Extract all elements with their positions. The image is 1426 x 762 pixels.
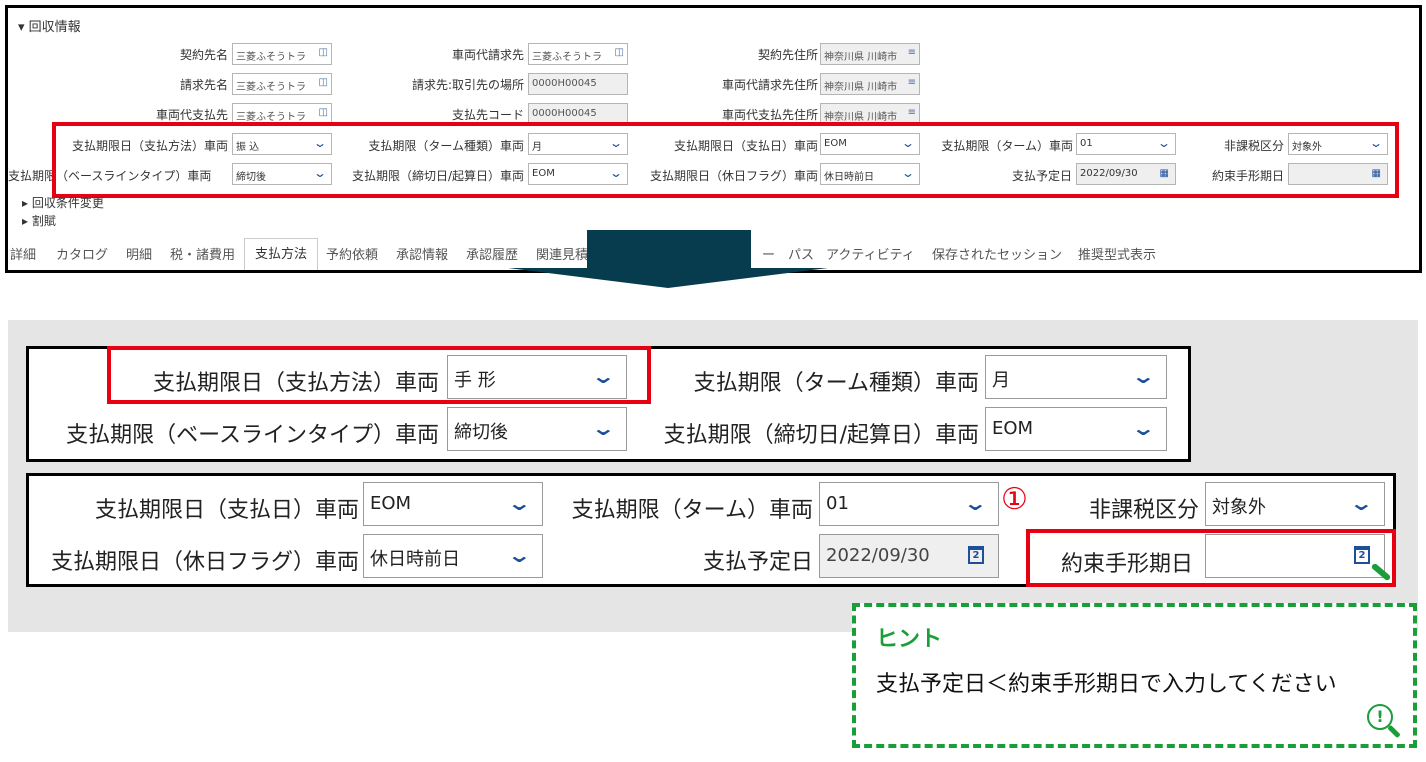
chevron-down-icon: ⌄ xyxy=(507,543,533,567)
tax-label: 非課税区分 xyxy=(1088,498,1199,523)
vehicle-bill-addr-label: 車両代請求先住所 xyxy=(721,78,818,92)
pay-day-select[interactable]: EOM ⌄ xyxy=(363,482,543,526)
hint-box: ヒント 支払予定日＜約束手形期日で入力してください ! xyxy=(852,603,1417,748)
tax-select[interactable]: 対象外 ⌄ xyxy=(1205,482,1385,526)
magnifier-handle-icon xyxy=(1387,724,1401,739)
term-select[interactable]: 01 ⌄ xyxy=(819,482,999,526)
bill-name-value: 三菱ふそうトラ xyxy=(236,82,306,93)
payee-code-label: 支払先コード xyxy=(451,108,524,122)
chevron-down-icon: ⌄ xyxy=(1131,364,1157,388)
cutoff-label: 支払期限（締切日/起算日）車両 xyxy=(663,423,979,448)
holiday-label: 支払期限日（休日フラグ）車両 xyxy=(50,550,359,575)
chevron-down-icon: ⌄ xyxy=(1131,416,1157,440)
tab-path[interactable]: パス xyxy=(788,244,814,263)
pay-day-value: EOM xyxy=(370,493,412,514)
contract-name-label: 契約先名 xyxy=(179,48,228,62)
scheduled-label: 支払予定日 xyxy=(702,550,813,575)
collapsed-section-installment[interactable]: ▸ 割賦 xyxy=(22,212,56,229)
tax-value: 対象外 xyxy=(1212,497,1266,518)
top-highlight-box xyxy=(52,122,1399,198)
vehicle-bill-field[interactable]: 三菱ふそうトラ ◫ xyxy=(528,43,628,65)
vehicle-payee-addr-label: 車両代支払先住所 xyxy=(721,108,818,122)
vehicle-bill-value: 三菱ふそうトラ xyxy=(532,52,602,63)
pay-day-label: 支払期限日（支払日）車両 xyxy=(94,498,359,523)
collapsed-section-terms[interactable]: ▸ 回収条件変更 xyxy=(22,194,104,211)
tab-activity[interactable]: アクティビティ xyxy=(826,244,915,263)
contract-addr-label: 契約先住所 xyxy=(757,48,818,62)
collapsed-section-title: 割賦 xyxy=(31,214,56,228)
section-header-collection[interactable]: ▾ 回収情報 xyxy=(18,16,81,35)
method-highlight-box xyxy=(107,346,651,404)
cutoff-select[interactable]: EOM ⌄ xyxy=(985,407,1167,451)
holiday-value: 休日時前日 xyxy=(370,549,460,570)
promissory-highlight-box xyxy=(1026,529,1396,587)
lookup-icon[interactable]: ◫ xyxy=(615,47,624,58)
baseline-value: 締切後 xyxy=(454,422,508,443)
down-arrow-shaft xyxy=(587,230,751,270)
vehicle-bill-addr-value: 神奈川県 川崎市 xyxy=(824,82,898,93)
bill-place-label: 請求先:取引先の場所 xyxy=(411,78,524,92)
tab-tax-fees[interactable]: 税・諸費用 xyxy=(170,244,235,263)
chevron-down-icon: ⌄ xyxy=(507,491,533,515)
tab-saved-sessions[interactable]: 保存されたセッション xyxy=(932,244,1062,263)
collapsed-section-title: 回収条件変更 xyxy=(31,196,104,210)
more-icon: ≡ xyxy=(907,107,916,118)
contract-name-field[interactable]: 三菱ふそうトラ ◫ xyxy=(232,43,332,65)
more-icon: ≡ xyxy=(907,47,916,58)
tab-catalog[interactable]: カタログ xyxy=(56,244,108,263)
calendar-icon[interactable]: 2 xyxy=(968,546,984,564)
hint-text: 支払予定日＜約束手形期日で入力してください xyxy=(876,672,1337,697)
lookup-icon[interactable]: ◫ xyxy=(319,77,328,88)
chevron-down-icon: ⌄ xyxy=(963,491,989,515)
holiday-select[interactable]: 休日時前日 ⌄ xyxy=(363,534,543,578)
tab-reservation[interactable]: 予約依頼 xyxy=(326,244,378,263)
vehicle-payee-label: 車両代支払先 xyxy=(155,108,228,122)
tab-fragment[interactable]: ー xyxy=(762,244,775,263)
tab-recommended-model[interactable]: 推奨型式表示 xyxy=(1078,244,1156,263)
term-type-value: 月 xyxy=(992,370,1010,391)
scheduled-value: 2022/09/30 xyxy=(826,545,930,566)
term-type-select[interactable]: 月 ⌄ xyxy=(985,355,1167,399)
term-value: 01 xyxy=(826,493,849,514)
cutoff-value: EOM xyxy=(992,418,1034,439)
tab-related-quotes[interactable]: 関連見積 xyxy=(536,244,588,263)
chevron-down-icon: ⌄ xyxy=(1349,491,1375,515)
tab-items[interactable]: 明細 xyxy=(126,244,152,263)
vehicle-bill-addr-field[interactable]: 神奈川県 川崎市 ≡ xyxy=(820,73,920,95)
step-marker: ① xyxy=(1001,482,1028,517)
bill-name-label: 請求先名 xyxy=(179,78,228,92)
tab-details[interactable]: 詳細 xyxy=(10,244,36,263)
bill-name-field[interactable]: 三菱ふそうトラ ◫ xyxy=(232,73,332,95)
contract-addr-value: 神奈川県 川崎市 xyxy=(824,52,898,63)
section-title: 回収情報 xyxy=(28,20,81,35)
term-label: 支払期限（ターム）車両 xyxy=(571,498,813,523)
contract-name-value: 三菱ふそうトラ xyxy=(236,52,306,63)
scheduled-field[interactable]: 2022/09/30 2 xyxy=(819,534,999,578)
tab-approval-history[interactable]: 承認履歴 xyxy=(466,244,518,263)
more-icon: ≡ xyxy=(907,77,916,88)
bill-place-field[interactable]: 0000H00045 xyxy=(528,73,628,95)
chevron-down-icon: ⌄ xyxy=(591,416,617,440)
vehicle-bill-label: 車両代請求先 xyxy=(451,48,524,62)
tab-approval-info[interactable]: 承認情報 xyxy=(396,244,448,263)
tab-payment-method[interactable]: 支払方法 xyxy=(244,238,319,270)
hint-title: ヒント xyxy=(876,627,943,652)
down-arrow-head xyxy=(508,268,828,288)
contract-addr-field[interactable]: 神奈川県 川崎市 ≡ xyxy=(820,43,920,65)
lookup-icon[interactable]: ◫ xyxy=(319,47,328,58)
baseline-select[interactable]: 締切後 ⌄ xyxy=(447,407,627,451)
term-type-label: 支払期限（ターム種類）車両 xyxy=(693,371,979,396)
lookup-icon[interactable]: ◫ xyxy=(319,107,328,118)
baseline-label: 支払期限（ベースラインタイプ）車両 xyxy=(66,423,439,448)
